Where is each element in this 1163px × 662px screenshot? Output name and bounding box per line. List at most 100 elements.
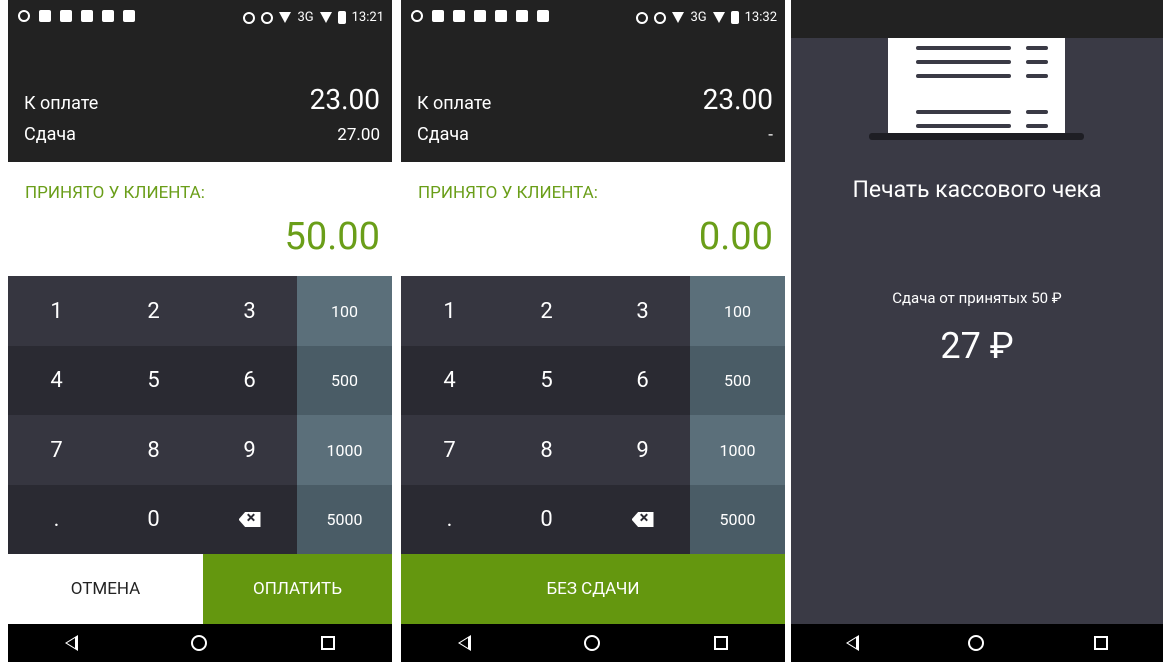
usb-icon — [102, 10, 114, 22]
change-label: Сдача — [24, 124, 76, 145]
printer-slot — [869, 133, 1084, 140]
alarm-icon — [654, 11, 667, 24]
key-3[interactable]: 3 — [595, 276, 690, 346]
recents-icon[interactable] — [321, 636, 336, 650]
key-decimal[interactable]: . — [401, 485, 498, 554]
status-bar: 3G 13:21 — [8, 0, 392, 38]
action-bar: БЕЗ СДАЧИ — [401, 554, 785, 624]
key-7[interactable]: 7 — [8, 415, 105, 485]
alarm-icon — [18, 10, 30, 22]
android-icon — [453, 10, 465, 22]
numeric-keypad: 1 2 3 100 4 5 6 500 7 8 9 1000 . 0 5000 — [8, 276, 392, 554]
payment-header: К оплате 23.00 Сдача 27.00 — [8, 38, 392, 162]
key-1[interactable]: 1 — [8, 276, 105, 346]
pay-button[interactable]: ОПЛАТИТЬ — [203, 554, 392, 624]
key-9[interactable]: 9 — [202, 415, 297, 485]
location-icon — [636, 11, 649, 24]
nav-bar — [791, 624, 1163, 662]
quick-amount-500[interactable]: 500 — [297, 346, 392, 415]
quick-amount-1000[interactable]: 1000 — [690, 415, 785, 485]
home-icon[interactable] — [191, 635, 208, 651]
quick-amount-100[interactable]: 100 — [297, 276, 392, 346]
app-icon — [537, 10, 549, 22]
payment-header: К оплате 23.00 Сдача - — [401, 38, 785, 162]
quick-amount-5000[interactable]: 5000 — [297, 485, 392, 554]
key-0[interactable]: 0 — [498, 485, 595, 554]
nav-bar — [8, 624, 392, 662]
backspace-button[interactable] — [595, 485, 690, 554]
key-5[interactable]: 5 — [105, 346, 202, 415]
key-7[interactable]: 7 — [401, 415, 498, 485]
status-bar — [791, 0, 1163, 38]
notification-icon — [495, 10, 507, 22]
key-9[interactable]: 9 — [595, 415, 690, 485]
key-2[interactable]: 2 — [498, 276, 595, 346]
change-amount: 27 ₽ — [940, 325, 1014, 367]
to-pay-label: К оплате — [417, 93, 492, 114]
change-subtitle: Сдача от принятых 50 ₽ — [892, 289, 1062, 307]
received-label: ПРИНЯТО У КЛИЕНТА: — [25, 183, 205, 203]
alarm-icon — [411, 10, 423, 22]
backspace-button[interactable] — [202, 485, 297, 554]
receipt-icon — [888, 38, 1065, 140]
quick-amount-5000[interactable]: 5000 — [690, 485, 785, 554]
cancel-button[interactable]: ОТМЕНА — [8, 554, 203, 624]
status-icons-left — [18, 10, 135, 22]
recents-icon[interactable] — [714, 636, 729, 650]
key-6[interactable]: 6 — [202, 346, 297, 415]
key-0[interactable]: 0 — [105, 485, 202, 554]
key-8[interactable]: 8 — [105, 415, 202, 485]
network-type: 3G — [297, 10, 314, 25]
key-2[interactable]: 2 — [105, 276, 202, 346]
received-amount[interactable]: 0.00 — [699, 215, 773, 259]
key-3[interactable]: 3 — [202, 276, 297, 346]
image-icon — [432, 10, 444, 22]
network-type: 3G — [690, 10, 707, 25]
battery-icon — [337, 11, 346, 24]
back-icon[interactable] — [845, 635, 859, 651]
key-4[interactable]: 4 — [8, 346, 105, 415]
no-change-button[interactable]: БЕЗ СДАЧИ — [401, 554, 785, 624]
signal-icon — [319, 12, 332, 23]
received-amount[interactable]: 50.00 — [285, 215, 380, 259]
to-pay-value: 23.00 — [702, 83, 773, 116]
quick-amount-500[interactable]: 500 — [690, 346, 785, 415]
numeric-keypad: 1 2 3 100 4 5 6 500 7 8 9 1000 . 0 5000 — [401, 276, 785, 554]
print-title: Печать кассового чека — [852, 176, 1102, 203]
screen-payment-entered: 3G 13:21 К оплате 23.00 Сдача 27.00 ПРИН… — [8, 0, 392, 662]
wifi-icon — [672, 12, 685, 23]
home-icon[interactable] — [968, 635, 985, 651]
status-icons-right: 3G 13:32 — [636, 10, 777, 25]
notification-icon — [81, 10, 93, 22]
home-icon[interactable] — [584, 635, 601, 651]
android-icon — [60, 10, 72, 22]
key-6[interactable]: 6 — [595, 346, 690, 415]
signal-icon — [712, 12, 725, 23]
clock: 13:21 — [351, 10, 384, 25]
change-value: - — [768, 125, 773, 145]
change-label: Сдача — [417, 124, 469, 145]
recents-icon[interactable] — [1094, 636, 1109, 650]
wifi-icon — [279, 12, 292, 23]
app-icon — [123, 10, 135, 22]
key-4[interactable]: 4 — [401, 346, 498, 415]
quick-amount-100[interactable]: 100 — [690, 276, 785, 346]
to-pay-label: К оплате — [24, 93, 99, 114]
location-icon — [243, 11, 256, 24]
key-8[interactable]: 8 — [498, 415, 595, 485]
backspace-icon — [238, 512, 261, 527]
key-1[interactable]: 1 — [401, 276, 498, 346]
change-value: 27.00 — [337, 125, 380, 145]
action-bar: ОТМЕНА ОПЛАТИТЬ — [8, 554, 392, 624]
status-bar: 3G 13:32 — [401, 0, 785, 38]
clock: 13:32 — [744, 10, 777, 25]
upload-icon — [39, 10, 51, 22]
status-icons-left — [411, 10, 549, 22]
key-5[interactable]: 5 — [498, 346, 595, 415]
upload-icon — [474, 10, 486, 22]
back-icon[interactable] — [64, 635, 78, 651]
key-decimal[interactable]: . — [8, 485, 105, 554]
battery-icon — [730, 11, 739, 24]
quick-amount-1000[interactable]: 1000 — [297, 415, 392, 485]
back-icon[interactable] — [457, 635, 471, 651]
